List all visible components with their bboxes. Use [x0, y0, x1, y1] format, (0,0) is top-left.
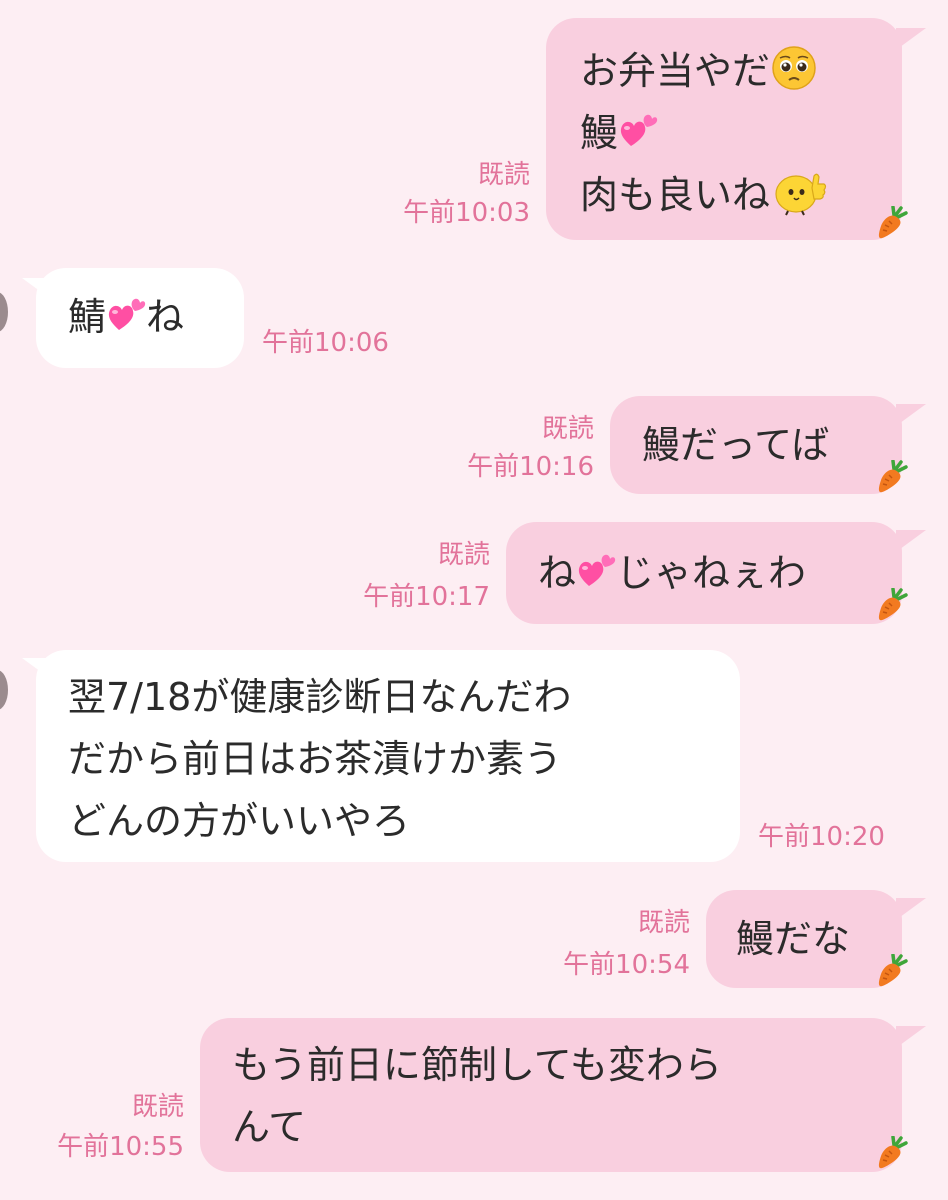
message-bubble[interactable]: 鯖ね [36, 268, 244, 368]
bubble-tail [896, 28, 926, 50]
two-hearts-icon [618, 110, 658, 150]
message-part: 鯖 [68, 295, 107, 339]
message-timestamp: 午前10:16 [467, 452, 594, 482]
carrot-icon [876, 206, 908, 240]
message-line: だから前日はお茶漬けか素う [68, 737, 563, 781]
message-timestamp: 午前10:20 [758, 822, 885, 852]
bubble-tail [896, 530, 926, 552]
read-receipt: 既読 [437, 540, 490, 570]
avatar[interactable] [0, 292, 8, 332]
message-bubble[interactable]: 翌7/18が健康診断日なんだわ だから前日はお茶漬けか素う どんの方がいいやろ [36, 650, 740, 862]
message-line: 翌7/18が健康診断日なんだわ [68, 675, 572, 719]
two-hearts-icon [576, 550, 616, 590]
message-bubble[interactable]: 鰻だってば [610, 396, 902, 494]
message-line: もう前日に節制しても変わら [232, 1043, 722, 1087]
message-timestamp: 午前10:54 [563, 950, 690, 980]
two-hearts-icon [106, 294, 146, 334]
message-bubble[interactable]: ねじゃねぇわ [506, 522, 902, 624]
message-line: 肉も良いね [580, 173, 771, 217]
message-line: お弁当やだ [580, 49, 771, 93]
message-part: じゃねぇわ [616, 551, 807, 595]
message-bubble[interactable]: 鰻だな [706, 890, 902, 988]
avatar[interactable] [0, 670, 8, 710]
message-timestamp: 午前10:03 [403, 198, 530, 228]
pleading-face-icon [770, 44, 818, 92]
read-receipt: 既読 [637, 908, 690, 938]
message-part: ね [146, 295, 185, 339]
bubble-tail [896, 404, 926, 426]
message-line: んて [232, 1105, 307, 1149]
carrot-icon [876, 588, 908, 622]
read-receipt: 既読 [131, 1092, 184, 1122]
read-receipt: 既読 [477, 160, 530, 190]
message-line: どんの方がいいやろ [68, 799, 411, 843]
message-timestamp: 午前10:55 [57, 1132, 184, 1162]
carrot-icon [876, 1136, 908, 1170]
message-timestamp: 午前10:17 [363, 582, 490, 612]
message-bubble[interactable]: お弁当やだ 鰻 肉も良いね [546, 18, 902, 240]
bubble-tail [896, 1026, 926, 1048]
message-bubble[interactable]: もう前日に節制しても変わら んて [200, 1018, 902, 1172]
chick-thumbs-up-icon [770, 168, 830, 216]
message-timestamp: 午前10:06 [262, 328, 389, 358]
message-text: 鰻だな [736, 917, 851, 961]
message-part: ね [538, 551, 577, 595]
message-line: 鰻 [580, 111, 619, 155]
message-text: 鰻だってば [642, 423, 830, 467]
carrot-icon [876, 954, 908, 988]
carrot-icon [876, 460, 908, 494]
read-receipt: 既読 [541, 414, 594, 444]
bubble-tail [896, 898, 926, 920]
